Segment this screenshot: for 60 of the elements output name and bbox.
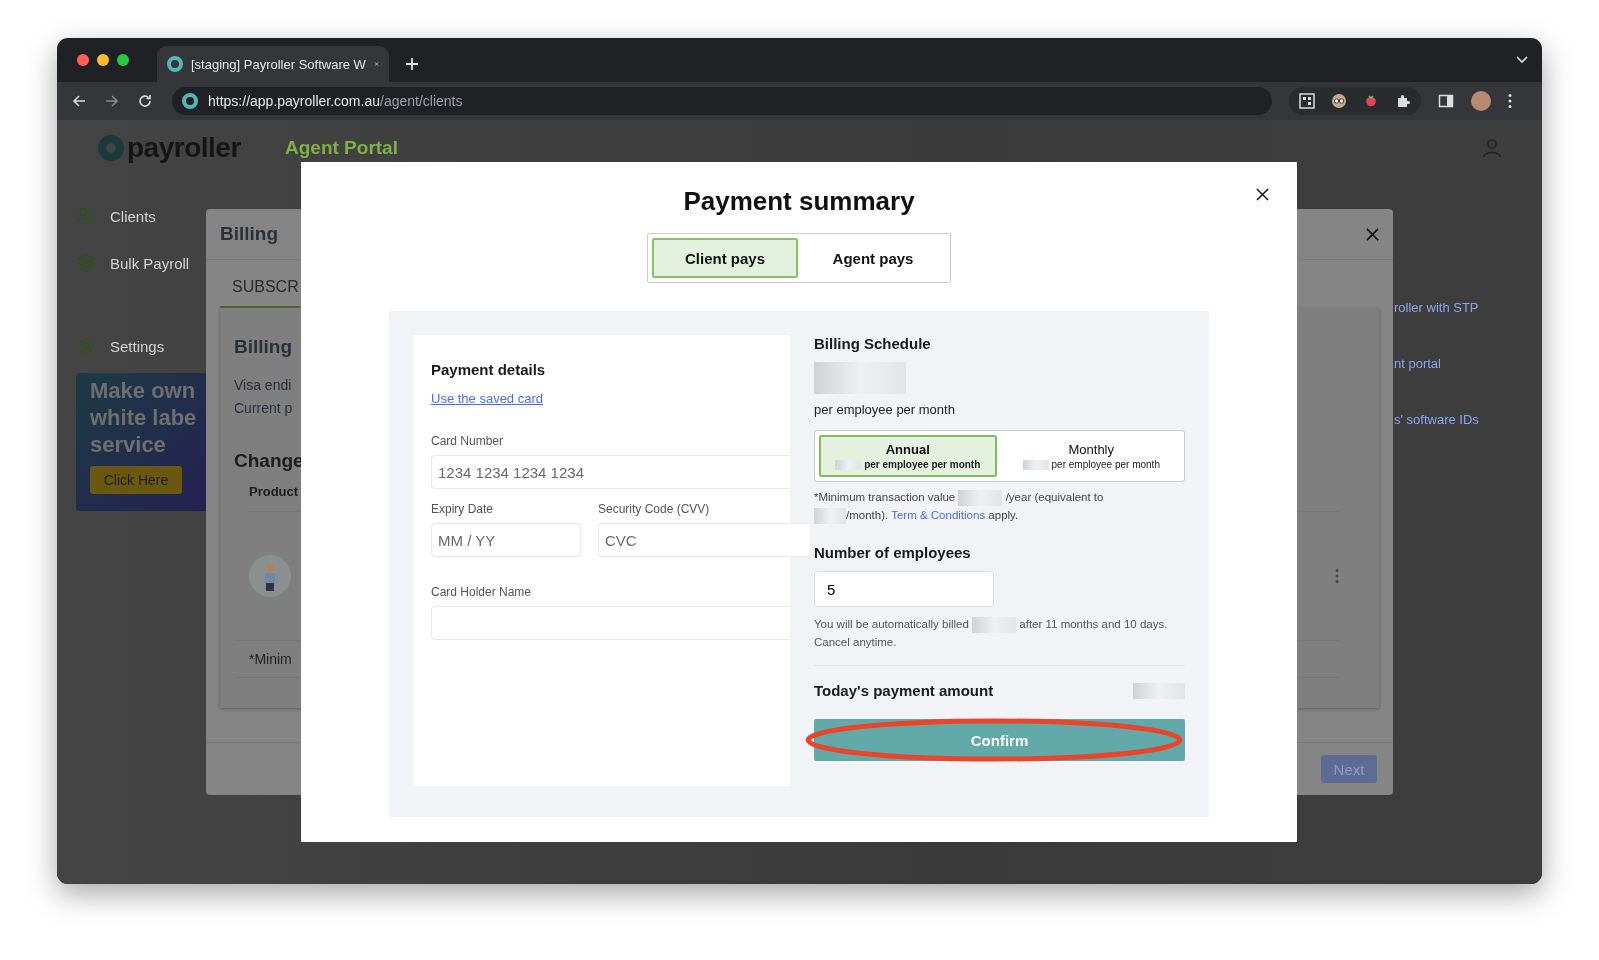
employees-field[interactable]: 5 <box>814 571 994 607</box>
close-icon[interactable] <box>1256 188 1269 201</box>
section-title: Billing <box>234 336 294 358</box>
dialog-title: Billing <box>220 223 279 245</box>
promo-text: white labe <box>90 404 198 431</box>
section-title: Change <box>234 450 304 472</box>
close-tab-icon[interactable] <box>373 59 379 69</box>
terms-link[interactable]: Term & Conditions <box>891 509 986 521</box>
redacted-block <box>1133 682 1185 699</box>
field-label: Card Holder Name <box>431 585 533 599</box>
site-logo-icon <box>182 93 198 109</box>
row-menu-icon[interactable] <box>1335 568 1339 584</box>
card-info-text: Visa endi <box>234 376 292 395</box>
section-title: Billing Schedule <box>814 335 932 352</box>
avatar-illustration <box>249 555 291 597</box>
profile-avatar[interactable] <box>1471 91 1491 111</box>
strawberry-icon[interactable] <box>1363 93 1379 109</box>
more-icon[interactable] <box>1508 93 1512 109</box>
sidebar-item[interactable]: Settings <box>110 337 165 355</box>
promo-text: service <box>90 431 167 458</box>
plan-info-text: Current p <box>234 399 293 418</box>
price-note: per employee per month <box>814 402 956 417</box>
sidebar-item[interactable]: Clients <box>110 207 156 225</box>
tab-list-icon[interactable] <box>1516 56 1528 64</box>
logo-ring-icon <box>97 134 125 162</box>
card-number-field[interactable]: 1234 1234 1234 1234 <box>431 455 790 489</box>
section-title: Number of employees <box>814 544 972 561</box>
sidebar-item[interactable]: Bulk Payroll <box>110 254 190 272</box>
redacted-block <box>972 616 1017 633</box>
payer-tab[interactable]: Client pays <box>652 238 798 278</box>
redacted-block <box>958 489 1003 506</box>
close-window-icon[interactable] <box>77 54 89 66</box>
section-title: Payment details <box>431 361 547 378</box>
reload-icon[interactable] <box>137 93 153 109</box>
new-tab-icon[interactable] <box>405 57 419 71</box>
side-panel-icon[interactable] <box>1438 93 1454 109</box>
help-link[interactable]: roller with STP <box>1394 300 1479 315</box>
help-link[interactable]: s' software IDs <box>1394 412 1479 427</box>
site-logo-icon <box>167 56 183 72</box>
promo-text: Make own <box>90 377 197 404</box>
puzzle-icon[interactable] <box>1395 93 1411 109</box>
forward-icon[interactable] <box>104 93 120 109</box>
help-link[interactable]: nt portal <box>1394 356 1479 371</box>
expiry-field[interactable]: MM / YY <box>431 523 581 557</box>
billing-info-text: You will be automatically billed after 11 months and 10 days. Cancel anytime. <box>814 615 1185 666</box>
zoom-window-icon[interactable] <box>117 54 129 66</box>
glasses-face-icon[interactable] <box>1331 93 1347 109</box>
today-payment-label: Today's payment amount <box>814 682 994 699</box>
qr-code-icon[interactable] <box>1299 93 1315 109</box>
redacted-block <box>814 507 846 524</box>
address-bar[interactable]: https://app.payroller.com.au/agent/clients <box>172 87 1272 115</box>
field-label: Card Number <box>431 434 505 448</box>
modal-title: Payment summary <box>683 186 915 217</box>
cvv-field[interactable]: CVC <box>598 523 810 557</box>
plan-option[interactable]: Annual per employee per month <box>819 435 997 477</box>
back-icon[interactable] <box>71 93 87 109</box>
saved-card-link[interactable]: Use the saved card <box>431 391 790 406</box>
portal-title: Agent Portal <box>285 137 398 159</box>
minimize-window-icon[interactable] <box>97 54 109 66</box>
browser-tab[interactable]: [staging] Payroller Software W <box>157 46 389 82</box>
